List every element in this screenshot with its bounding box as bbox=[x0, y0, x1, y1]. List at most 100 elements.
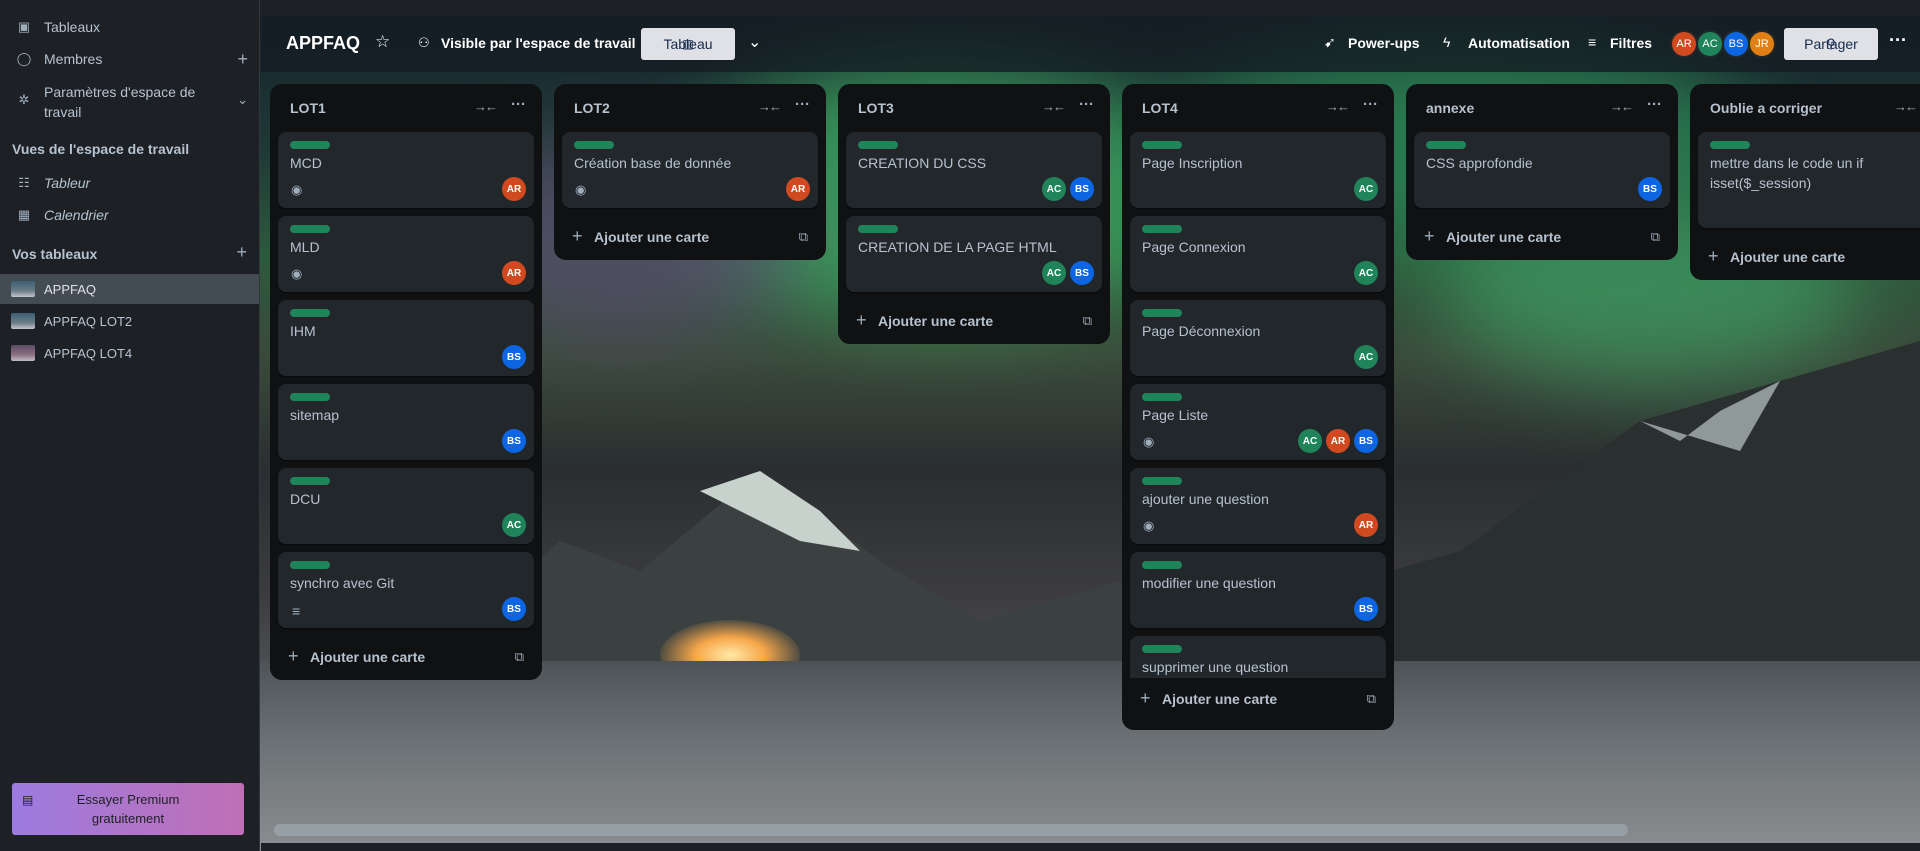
card[interactable]: MLD ◉ AR bbox=[278, 216, 534, 292]
collapse-icon[interactable]: →← bbox=[1610, 99, 1634, 114]
member-avatar[interactable]: AR bbox=[786, 177, 810, 201]
add-card-button[interactable]: +Ajouter une carte⧉ bbox=[1406, 216, 1678, 260]
list-annexe[interactable]: annexe →← ··· CSS approfondie BS + Ajouter une… bbox=[1406, 84, 1678, 260]
sidebar-board-appfaq[interactable]: APPFAQ bbox=[0, 274, 259, 304]
view-tab-board[interactable]: ▥ Tableau bbox=[641, 28, 735, 60]
template-icon[interactable]: ⧉ bbox=[799, 229, 808, 245]
share-button[interactable]: ⚲ Partager bbox=[1784, 28, 1878, 60]
more-icon[interactable]: ··· bbox=[511, 96, 526, 113]
add-card-button[interactable]: +Ajouter une carte⧉ bbox=[838, 300, 1110, 344]
sidebar-item-calendar-view[interactable]: ▦ Calendrier bbox=[0, 204, 260, 226]
list-header[interactable]: Oublie a corriger→←··· bbox=[1690, 84, 1920, 132]
collapse-icon[interactable]: →← bbox=[758, 99, 782, 114]
list-oublie-a-corriger[interactable]: Oublie a corriger→←···mettre dans le cod… bbox=[1690, 84, 1920, 280]
member-avatar[interactable]: AC bbox=[1354, 345, 1378, 369]
list-lot1[interactable]: LOT1 →← ··· MCD ◉ AR MLD ◉ AR IHM BS sitemap BS DCU AC… bbox=[270, 84, 542, 680]
member-avatar[interactable]: AR bbox=[502, 261, 526, 285]
collapse-icon[interactable]: →← bbox=[1894, 99, 1918, 114]
collapse-icon[interactable]: →← bbox=[474, 99, 498, 114]
list-header[interactable]: LOT3 →← ··· bbox=[838, 84, 1110, 132]
member-avatar[interactable]: BS bbox=[502, 429, 526, 453]
list-header[interactable]: LOT1 →← ··· bbox=[270, 84, 542, 132]
sidebar-item-table-view[interactable]: ☷ Tableur bbox=[0, 172, 260, 194]
add-card-button[interactable]: +Ajouter une carte⧉ bbox=[1690, 236, 1920, 280]
chevron-down-icon[interactable]: ⌄ bbox=[748, 32, 761, 52]
card[interactable]: CSS approfondie BS bbox=[1414, 132, 1670, 208]
try-premium-button[interactable]: ▤ Essayer Premium gratuitement bbox=[12, 783, 244, 835]
list-title[interactable]: Oublie a corriger bbox=[1710, 100, 1822, 116]
card[interactable]: CREATION DE LA PAGE HTML AC BS bbox=[846, 216, 1102, 292]
card[interactable]: Page Déconnexion AC bbox=[1130, 300, 1386, 376]
more-icon[interactable]: ··· bbox=[1889, 30, 1907, 51]
list-title[interactable]: LOT2 bbox=[574, 100, 610, 116]
template-icon[interactable]: ⧉ bbox=[1651, 229, 1660, 245]
card[interactable]: MCD ◉ AR bbox=[278, 132, 534, 208]
card[interactable]: DCU AC bbox=[278, 468, 534, 544]
card[interactable]: modifier une question BS bbox=[1130, 552, 1386, 628]
member-avatar[interactable]: AC bbox=[1298, 429, 1322, 453]
list-title[interactable]: LOT1 bbox=[290, 100, 326, 116]
member-avatar[interactable]: AR bbox=[1354, 513, 1378, 537]
list-lot3[interactable]: LOT3 →← ··· CREATION DU CSS AC BS CREATION DE … bbox=[838, 84, 1110, 344]
card[interactable]: Création base de donnée ◉ AR bbox=[562, 132, 818, 208]
more-icon[interactable]: ··· bbox=[1079, 96, 1094, 113]
member-avatar[interactable]: AC bbox=[1696, 30, 1724, 58]
list-title[interactable]: LOT3 bbox=[858, 100, 894, 116]
more-icon[interactable]: ··· bbox=[1647, 96, 1662, 113]
add-card-button[interactable]: +Ajouter une carte⧉ bbox=[554, 216, 826, 260]
sidebar-board-appfaq-lot2[interactable]: APPFAQ LOT2 bbox=[0, 306, 259, 336]
filters-button[interactable]: Filtres bbox=[1610, 35, 1652, 51]
member-avatar[interactable]: AC bbox=[1354, 177, 1378, 201]
member-avatar[interactable]: AC bbox=[1354, 261, 1378, 285]
add-member-icon[interactable]: + bbox=[237, 49, 248, 70]
collapse-icon[interactable]: →← bbox=[1326, 99, 1350, 114]
more-icon[interactable]: ··· bbox=[795, 96, 810, 113]
list-title[interactable]: annexe bbox=[1426, 100, 1474, 116]
collapse-icon[interactable]: →← bbox=[1042, 99, 1066, 114]
card[interactable]: IHM BS bbox=[278, 300, 534, 376]
member-avatar[interactable]: BS bbox=[1722, 30, 1750, 58]
member-avatar[interactable]: AR bbox=[1670, 30, 1698, 58]
card[interactable]: Page Inscription AC bbox=[1130, 132, 1386, 208]
member-avatar[interactable]: BS bbox=[1070, 177, 1094, 201]
member-avatar[interactable]: BS bbox=[1354, 429, 1378, 453]
member-avatar[interactable]: AC bbox=[1042, 177, 1066, 201]
list-title[interactable]: LOT4 bbox=[1142, 100, 1178, 116]
automation-button[interactable]: Automatisation bbox=[1468, 35, 1570, 51]
template-icon[interactable]: ⧉ bbox=[1367, 691, 1376, 707]
card[interactable]: Page Connexion AC bbox=[1130, 216, 1386, 292]
card[interactable]: Page Liste ◉ AC AR BS bbox=[1130, 384, 1386, 460]
sidebar-item-boards[interactable]: ▣ Tableaux bbox=[0, 16, 260, 38]
template-icon[interactable]: ⧉ bbox=[1083, 313, 1092, 329]
list-header[interactable]: annexe →← ··· bbox=[1406, 84, 1678, 132]
horizontal-scrollbar[interactable] bbox=[274, 824, 1628, 836]
card[interactable]: synchro avec Git ≡ BS bbox=[278, 552, 534, 628]
list-lot2[interactable]: LOT2 →← ··· Création base de donnée ◉ AR + Ajou… bbox=[554, 84, 826, 260]
sidebar-item-settings[interactable]: ✲ Paramètres d'espace de travail ⌄ bbox=[0, 82, 260, 122]
sidebar-board-appfaq-lot4[interactable]: APPFAQ LOT4 bbox=[0, 338, 259, 368]
visibility-button[interactable]: Visible par l'espace de travail bbox=[441, 35, 636, 51]
member-avatar[interactable]: BS bbox=[502, 345, 526, 369]
board-title[interactable]: APPFAQ bbox=[286, 33, 360, 54]
card[interactable]: supprimer une questionAC bbox=[1130, 636, 1386, 678]
member-avatar[interactable]: BS bbox=[1638, 177, 1662, 201]
add-board-icon[interactable]: + bbox=[236, 242, 247, 263]
more-icon[interactable]: ··· bbox=[1363, 96, 1378, 113]
card[interactable]: CREATION DU CSS AC BS bbox=[846, 132, 1102, 208]
member-avatar[interactable]: BS bbox=[502, 597, 526, 621]
member-avatar[interactable]: AR bbox=[502, 177, 526, 201]
template-icon[interactable]: ⧉ bbox=[515, 649, 524, 665]
powerups-button[interactable]: Power-ups bbox=[1348, 35, 1420, 51]
list-lot4[interactable]: LOT4 →← ··· Page Inscription AC Page Connexio… bbox=[1122, 84, 1394, 730]
card[interactable]: ajouter une question ◉ AR bbox=[1130, 468, 1386, 544]
member-avatar[interactable]: BS bbox=[1070, 261, 1094, 285]
card[interactable]: sitemap BS bbox=[278, 384, 534, 460]
member-avatar[interactable]: JR bbox=[1748, 30, 1776, 58]
add-card-button[interactable]: +Ajouter une carte⧉ bbox=[270, 636, 542, 680]
member-avatar[interactable]: AR bbox=[1326, 429, 1350, 453]
star-icon[interactable]: ☆ bbox=[375, 32, 390, 52]
member-avatar[interactable]: AC bbox=[1042, 261, 1066, 285]
member-avatar[interactable]: AC bbox=[502, 513, 526, 537]
chevron-down-icon[interactable]: ⌄ bbox=[237, 92, 248, 108]
member-avatar[interactable]: BS bbox=[1354, 597, 1378, 621]
